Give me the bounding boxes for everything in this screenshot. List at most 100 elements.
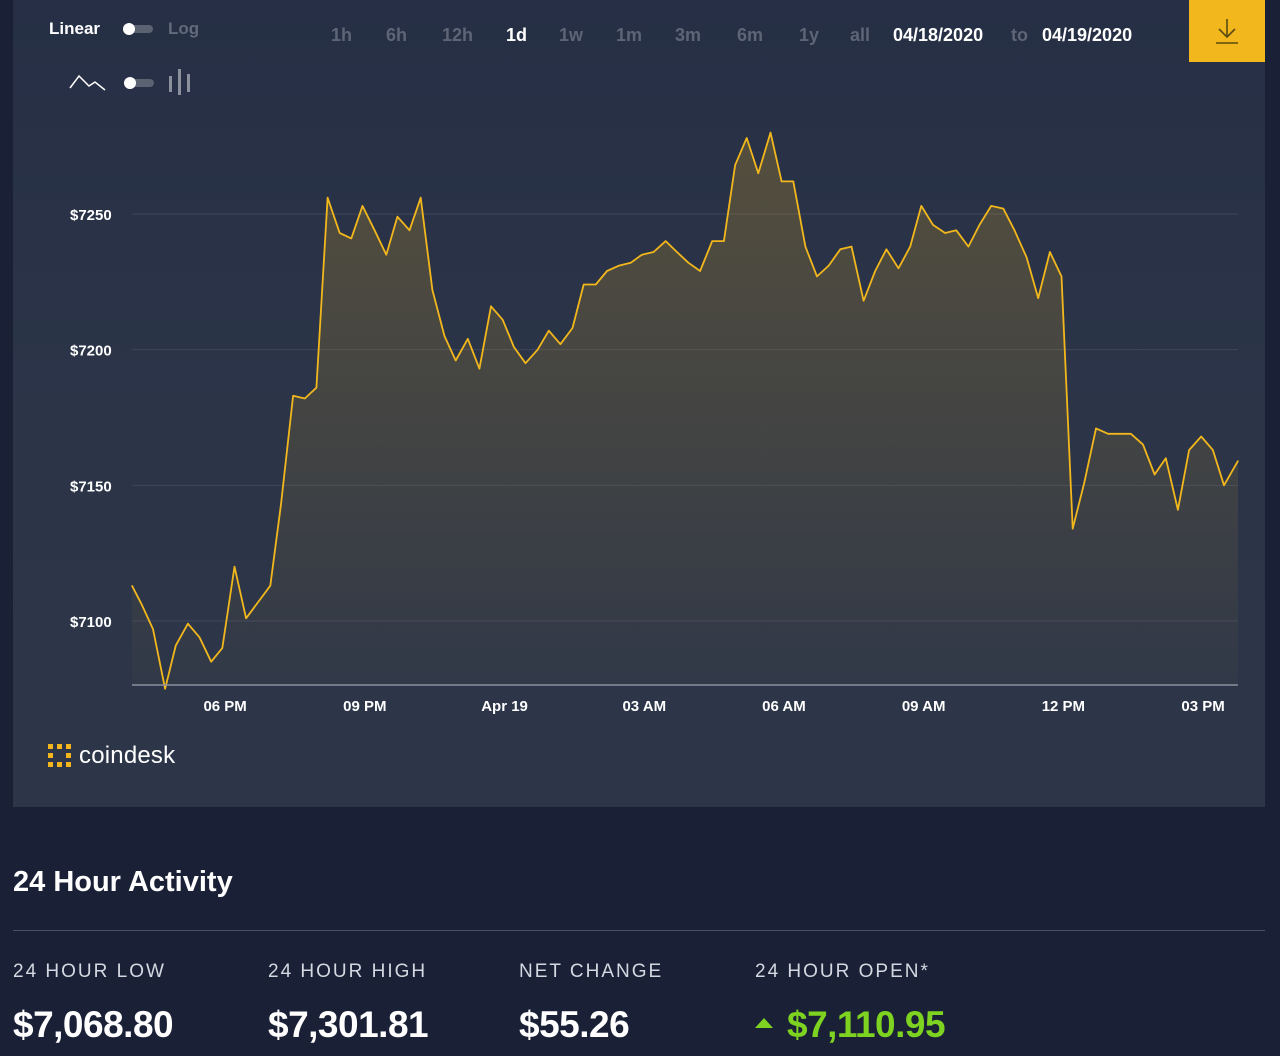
- y-tick-label: $7200: [70, 343, 112, 360]
- price-point: [245, 617, 247, 619]
- price-point: [1083, 482, 1085, 484]
- price-point: [339, 232, 341, 234]
- price-point: [524, 362, 527, 364]
- high-label: 24 HOUR HIGH: [268, 961, 428, 982]
- divider: [13, 930, 1265, 931]
- price-point: [1200, 435, 1202, 438]
- price-point: [769, 132, 772, 134]
- price-point: [1223, 484, 1225, 486]
- price-point: [978, 224, 981, 226]
- x-tick-label: Apr 19: [481, 698, 528, 715]
- low-value: $7,068.80: [13, 1004, 174, 1045]
- price-point: [792, 180, 794, 182]
- price-point: [221, 647, 223, 649]
- price-point: [699, 270, 701, 272]
- price-point: [513, 346, 515, 348]
- price-point: [687, 262, 690, 264]
- price-point: [897, 267, 900, 269]
- price-point: [187, 623, 189, 625]
- net-change-value: $55.26: [519, 1004, 630, 1045]
- price-point: [292, 395, 294, 397]
- price-point: [233, 566, 236, 568]
- price-point: [676, 251, 678, 253]
- x-tick-label: 03 AM: [622, 698, 666, 715]
- x-tick-label: 06 AM: [762, 698, 806, 715]
- open-value: $7,110.95: [787, 1004, 946, 1045]
- price-point: [571, 327, 574, 329]
- price-point: [1013, 229, 1016, 231]
- price-point: [909, 246, 911, 248]
- price-point: [816, 275, 818, 277]
- price-point: [850, 246, 853, 248]
- price-point: [350, 237, 352, 239]
- price-point: [863, 300, 865, 302]
- price-point: [1165, 457, 1167, 459]
- price-point: [955, 229, 957, 231]
- price-point: [198, 636, 201, 638]
- price-point: [131, 585, 133, 587]
- price-point: [1095, 427, 1097, 429]
- x-tick-label: 12 PM: [1042, 698, 1085, 715]
- up-triangle-icon: [755, 1018, 773, 1028]
- price-point: [723, 240, 725, 242]
- price-area-fill: [132, 132, 1238, 689]
- brand-name: coindesk: [79, 742, 176, 769]
- price-point: [257, 601, 259, 603]
- price-point: [618, 265, 620, 267]
- price-point: [874, 270, 876, 272]
- price-point: [455, 359, 457, 362]
- price-point: [734, 164, 736, 166]
- chart-panel: Linear Log 1h 6h 12h 1d 1w 1m 3m 6m 1y all 04/18/…: [13, 0, 1265, 807]
- price-point: [467, 338, 469, 340]
- price-point: [804, 246, 807, 248]
- price-point: [746, 137, 748, 139]
- price-point: [1026, 256, 1028, 258]
- price-point: [420, 197, 422, 199]
- x-tick-label: 09 PM: [343, 698, 386, 715]
- price-point: [1119, 433, 1121, 435]
- coindesk-brand[interactable]: coindesk: [47, 742, 175, 770]
- price-chart[interactable]: $7250 $7200 $7150 $7100 06 PM 09 PM Apr 19 03 A…: [13, 0, 1265, 807]
- price-point: [839, 248, 841, 250]
- price-point: [269, 585, 271, 587]
- price-point: [630, 262, 632, 264]
- price-point: [1154, 473, 1156, 476]
- price-point: [304, 397, 306, 400]
- price-point: [711, 240, 713, 242]
- y-tick-label: $7100: [70, 614, 112, 631]
- price-point: [1107, 433, 1109, 435]
- price-point: [443, 335, 446, 337]
- price-point: [210, 661, 212, 663]
- activity-title: 24 Hour Activity: [13, 866, 233, 898]
- price-point: [315, 387, 317, 389]
- price-point: [653, 251, 655, 253]
- y-tick-label: $7150: [70, 478, 112, 495]
- price-point: [1072, 528, 1074, 530]
- price-point: [595, 283, 597, 286]
- price-point: [408, 229, 411, 231]
- price-point: [1212, 449, 1214, 451]
- price-point: [932, 224, 934, 226]
- price-point: [1037, 297, 1039, 299]
- price-point: [1142, 444, 1144, 446]
- price-point: [1002, 208, 1004, 210]
- price-point: [327, 197, 329, 199]
- price-point: [490, 305, 492, 307]
- price-point: [1060, 275, 1063, 277]
- price-point: [361, 205, 364, 207]
- price-point: [164, 688, 166, 690]
- price-point: [502, 319, 504, 321]
- price-point: [781, 180, 783, 182]
- price-point: [280, 503, 282, 505]
- price-point: [990, 205, 992, 207]
- price-point: [478, 368, 480, 370]
- price-point: [967, 246, 970, 248]
- x-tick-label: 09 AM: [902, 698, 946, 715]
- price-point: [606, 270, 608, 272]
- price-point: [885, 248, 888, 250]
- price-point: [1177, 509, 1179, 511]
- price-point: [944, 232, 946, 234]
- price-point: [583, 283, 585, 286]
- price-point: [152, 628, 154, 630]
- price-point: [1188, 449, 1190, 451]
